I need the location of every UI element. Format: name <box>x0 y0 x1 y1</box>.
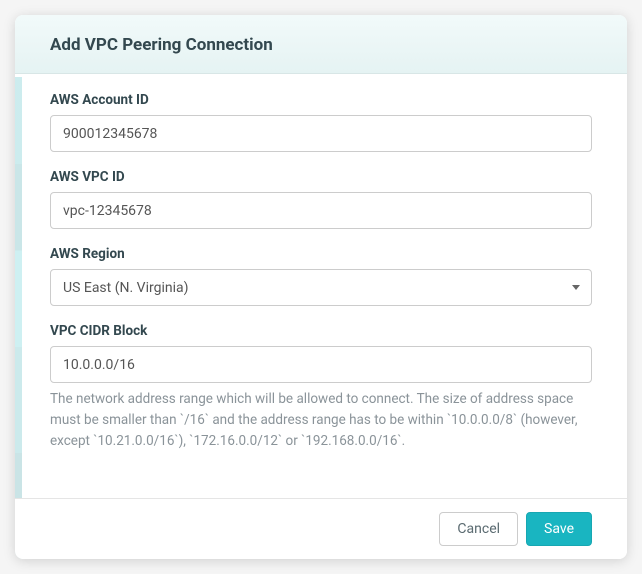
region-select-wrap: US East (N. Virginia) <box>50 269 592 306</box>
cidr-help-text: The network address range which will be … <box>50 389 592 452</box>
add-vpc-peering-modal: Add VPC Peering Connection AWS Account I… <box>15 15 627 559</box>
aws-vpc-id-input[interactable] <box>50 192 592 229</box>
label-cidr: VPC CIDR Block <box>50 323 592 339</box>
modal-title: Add VPC Peering Connection <box>50 35 592 55</box>
modal-body: AWS Account ID AWS VPC ID AWS Region US … <box>15 74 627 479</box>
save-button[interactable]: Save <box>526 512 592 546</box>
aws-region-select[interactable]: US East (N. Virginia) <box>50 269 592 306</box>
field-group-account-id: AWS Account ID <box>50 92 592 152</box>
label-vpc-id: AWS VPC ID <box>50 169 592 185</box>
aws-account-id-input[interactable] <box>50 115 592 152</box>
modal-footer: Cancel Save <box>15 498 627 559</box>
field-group-cidr: VPC CIDR Block The network address range… <box>50 323 592 452</box>
label-region: AWS Region <box>50 246 592 262</box>
field-group-region: AWS Region US East (N. Virginia) <box>50 246 592 306</box>
field-group-vpc-id: AWS VPC ID <box>50 169 592 229</box>
vpc-cidr-block-input[interactable] <box>50 346 592 383</box>
cancel-button[interactable]: Cancel <box>439 512 518 546</box>
label-account-id: AWS Account ID <box>50 92 592 108</box>
modal-header: Add VPC Peering Connection <box>15 15 627 74</box>
